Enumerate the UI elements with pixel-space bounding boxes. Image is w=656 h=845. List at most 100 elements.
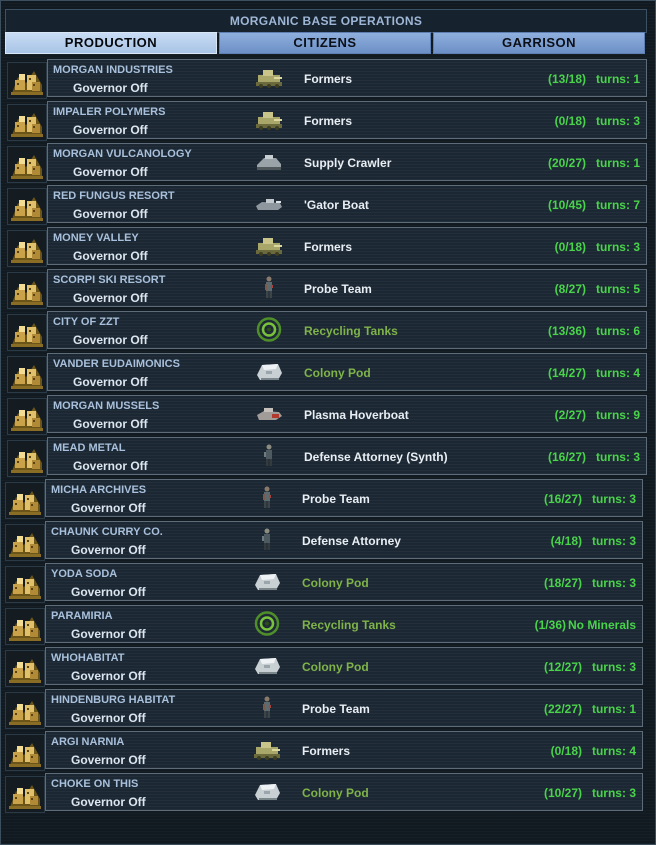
governor-status[interactable]: Governor Off: [73, 375, 148, 389]
turns-remaining: turns: 4: [595, 366, 640, 380]
production-item[interactable]: Colony Pod: [304, 366, 371, 380]
base-info-panel[interactable]: ARGI NARNIA Governor Off Formers (0/18) tur…: [45, 731, 643, 769]
base-row[interactable]: VANDER EUDAIMONICS Governor Off Colony Po…: [5, 353, 650, 393]
base-row[interactable]: MORGAN VULCANOLOGY Governor Off Supply Cr…: [5, 143, 650, 183]
tab-citizens[interactable]: CITIZENS: [219, 32, 431, 54]
tab-garrison[interactable]: GARRISON: [433, 32, 645, 54]
production-item[interactable]: Formers: [304, 114, 352, 128]
base-name[interactable]: VANDER EUDAIMONICS: [53, 358, 180, 370]
base-name[interactable]: MONEY VALLEY: [53, 232, 139, 244]
base-name[interactable]: WHOHABITAT: [51, 652, 125, 664]
base-row[interactable]: RED FUNGUS RESORT Governor Off 'Gator Boa…: [5, 185, 650, 225]
formers-icon: [254, 233, 284, 258]
tab-production[interactable]: PRODUCTION: [5, 32, 217, 54]
base-info-panel[interactable]: MORGAN MUSSELS Governor Off Plasma Hoverb…: [47, 395, 647, 433]
base-name[interactable]: CHAUNK CURRY CO.: [51, 526, 163, 538]
governor-status[interactable]: Governor Off: [73, 459, 148, 473]
base-row[interactable]: WHOHABITAT Governor Off Colony Pod (12/27)…: [5, 647, 650, 687]
production-item[interactable]: Recycling Tanks: [304, 324, 398, 338]
base-info-panel[interactable]: RED FUNGUS RESORT Governor Off 'Gator Boa…: [47, 185, 647, 223]
base-info-panel[interactable]: MEAD METAL Governor Off Defense Attorney …: [47, 437, 647, 475]
governor-status[interactable]: Governor Off: [73, 207, 148, 221]
base-info-panel[interactable]: SCORPI SKI RESORT Governor Off Probe Team…: [47, 269, 647, 307]
base-info-panel[interactable]: IMPALER POLYMERS Governor Off Formers (0/1…: [47, 101, 647, 139]
base-info-panel[interactable]: CITY OF ZZT Governor Off Recycling Tanks (…: [47, 311, 647, 349]
base-row[interactable]: YODA SODA Governor Off Colony Pod (18/27) t…: [5, 563, 650, 603]
governor-status[interactable]: Governor Off: [71, 501, 146, 515]
production-progress: (22/27): [543, 702, 582, 716]
governor-status[interactable]: Governor Off: [71, 669, 146, 683]
governor-status[interactable]: Governor Off: [73, 165, 148, 179]
base-name[interactable]: HINDENBURG HABITAT: [51, 694, 175, 706]
governor-status[interactable]: Governor Off: [71, 711, 146, 725]
base-row[interactable]: CHAUNK CURRY CO. Governor Off Defense Att…: [5, 521, 650, 561]
base-info-panel[interactable]: CHAUNK CURRY CO. Governor Off Defense Att…: [45, 521, 643, 559]
base-info-panel[interactable]: YODA SODA Governor Off Colony Pod (18/27) t…: [45, 563, 643, 601]
base-icon: [7, 62, 47, 99]
turns-remaining: turns: 1: [591, 702, 636, 716]
base-name[interactable]: PARAMIRIA: [51, 610, 113, 622]
base-row[interactable]: SCORPI SKI RESORT Governor Off Probe Team…: [5, 269, 650, 309]
base-name[interactable]: MORGAN MUSSELS: [53, 400, 159, 412]
base-info-panel[interactable]: HINDENBURG HABITAT Governor Off Probe Tea…: [45, 689, 643, 727]
base-name[interactable]: CHOKE ON THIS: [51, 778, 138, 790]
governor-status[interactable]: Governor Off: [71, 627, 146, 641]
base-name[interactable]: MORGAN INDUSTRIES: [53, 64, 173, 76]
base-name[interactable]: IMPALER POLYMERS: [53, 106, 165, 118]
base-name[interactable]: MICHA ARCHIVES: [51, 484, 146, 496]
governor-status[interactable]: Governor Off: [73, 417, 148, 431]
governor-status[interactable]: Governor Off: [71, 795, 146, 809]
governor-status[interactable]: Governor Off: [71, 585, 146, 599]
production-item[interactable]: Formers: [304, 72, 352, 86]
base-name[interactable]: YODA SODA: [51, 568, 117, 580]
production-item[interactable]: 'Gator Boat: [304, 198, 369, 212]
base-icon: [7, 272, 47, 309]
base-row[interactable]: MICHA ARCHIVES Governor Off Probe Team (16…: [5, 479, 650, 519]
base-name[interactable]: ARGI NARNIA: [51, 736, 124, 748]
base-row[interactable]: MORGAN MUSSELS Governor Off Plasma Hoverb…: [5, 395, 650, 435]
base-info-panel[interactable]: MONEY VALLEY Governor Off Formers (0/18) tu…: [47, 227, 647, 265]
production-item[interactable]: Colony Pod: [302, 660, 369, 674]
base-row[interactable]: CITY OF ZZT Governor Off Recycling Tanks (…: [5, 311, 650, 351]
production-item[interactable]: Supply Crawler: [304, 156, 391, 170]
production-item[interactable]: Colony Pod: [302, 786, 369, 800]
base-row[interactable]: MORGAN INDUSTRIES Governor Off Formers (13…: [5, 59, 650, 99]
governor-status[interactable]: Governor Off: [71, 543, 146, 557]
base-row[interactable]: IMPALER POLYMERS Governor Off Formers (0/1…: [5, 101, 650, 141]
production-item[interactable]: Recycling Tanks: [302, 618, 396, 632]
production-item[interactable]: Probe Team: [302, 492, 370, 506]
base-row[interactable]: CHOKE ON THIS Governor Off Colony Pod (10/…: [5, 773, 650, 813]
turns-remaining: No Minerals: [567, 618, 636, 632]
base-name[interactable]: SCORPI SKI RESORT: [53, 274, 165, 286]
production-item[interactable]: Defense Attorney: [302, 534, 401, 548]
base-row[interactable]: ARGI NARNIA Governor Off Formers (0/18) tur…: [5, 731, 650, 771]
production-item[interactable]: Formers: [304, 240, 352, 254]
base-info-panel[interactable]: CHOKE ON THIS Governor Off Colony Pod (10/…: [45, 773, 643, 811]
base-info-panel[interactable]: WHOHABITAT Governor Off Colony Pod (12/27)…: [45, 647, 643, 685]
production-item[interactable]: Formers: [302, 744, 350, 758]
base-row[interactable]: HINDENBURG HABITAT Governor Off Probe Tea…: [5, 689, 650, 729]
base-info-panel[interactable]: VANDER EUDAIMONICS Governor Off Colony Po…: [47, 353, 647, 391]
production-item[interactable]: Probe Team: [304, 282, 372, 296]
base-name[interactable]: MEAD METAL: [53, 442, 126, 454]
base-info-panel[interactable]: MORGAN INDUSTRIES Governor Off Formers (13…: [47, 59, 647, 97]
governor-status[interactable]: Governor Off: [73, 81, 148, 95]
base-name[interactable]: MORGAN VULCANOLOGY: [53, 148, 192, 160]
production-item[interactable]: Defense Attorney (Synth): [304, 450, 448, 464]
base-info-panel[interactable]: MORGAN VULCANOLOGY Governor Off Supply Cr…: [47, 143, 647, 181]
production-item[interactable]: Plasma Hoverboat: [304, 408, 409, 422]
governor-status[interactable]: Governor Off: [73, 123, 148, 137]
base-row[interactable]: PARAMIRIA Governor Off Recycling Tanks (1/…: [5, 605, 650, 645]
production-item[interactable]: Probe Team: [302, 702, 370, 716]
base-info-panel[interactable]: PARAMIRIA Governor Off Recycling Tanks (1/…: [45, 605, 643, 643]
base-row[interactable]: MEAD METAL Governor Off Defense Attorney …: [5, 437, 650, 477]
governor-status[interactable]: Governor Off: [73, 333, 148, 347]
base-row[interactable]: MONEY VALLEY Governor Off Formers (0/18) tu…: [5, 227, 650, 267]
base-name[interactable]: RED FUNGUS RESORT: [53, 190, 175, 202]
base-name[interactable]: CITY OF ZZT: [53, 316, 119, 328]
governor-status[interactable]: Governor Off: [73, 291, 148, 305]
production-item[interactable]: Colony Pod: [302, 576, 369, 590]
base-info-panel[interactable]: MICHA ARCHIVES Governor Off Probe Team (16…: [45, 479, 643, 517]
governor-status[interactable]: Governor Off: [71, 753, 146, 767]
governor-status[interactable]: Governor Off: [73, 249, 148, 263]
